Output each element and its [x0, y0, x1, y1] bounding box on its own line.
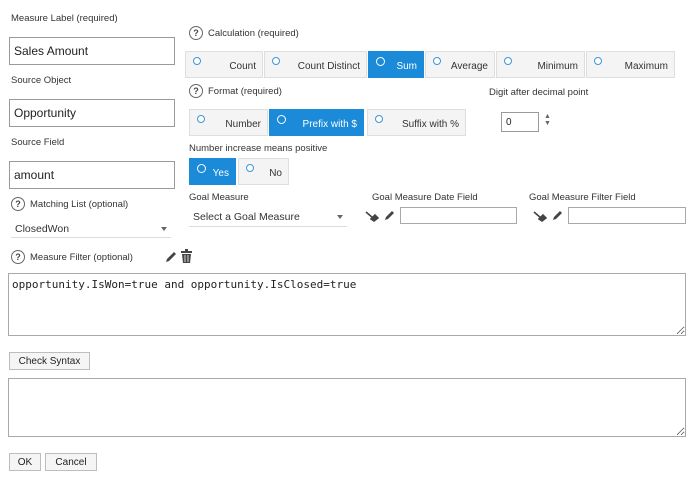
goal-measure-select[interactable]: Select a Goal Measure	[189, 208, 347, 227]
stepper-down-icon[interactable]: ▼	[544, 120, 551, 127]
measure-label-label: Measure Label (required)	[11, 13, 118, 24]
number-increase-label: Number increase means positive	[189, 143, 328, 154]
calculation-option-minimum[interactable]: Minimum	[496, 51, 585, 78]
calculation-option-label: Minimum	[537, 61, 578, 72]
chevron-down-icon	[337, 215, 343, 219]
calculation-option-label: Maximum	[624, 61, 668, 72]
calculation-label-row: ? Calculation (required)	[189, 26, 299, 40]
goal-filter-field-label: Goal Measure Filter Field	[529, 192, 636, 203]
calculation-option-label: Count Distinct	[297, 61, 360, 72]
format-label: Format (required)	[208, 85, 282, 97]
goal-date-field-input[interactable]	[400, 207, 517, 224]
question-circle-icon[interactable]: ?	[189, 84, 203, 98]
calculation-option-sum[interactable]: Sum	[368, 51, 424, 78]
matching-list-value: ClosedWon	[15, 222, 70, 235]
pencil-icon[interactable]	[164, 250, 177, 267]
calculation-option-label: Count	[229, 61, 256, 72]
measure-filter-label-row: ? Measure Filter (optional)	[11, 250, 133, 264]
ok-button[interactable]: OK	[9, 453, 41, 471]
question-circle-icon[interactable]: ?	[189, 26, 203, 40]
radio-icon	[246, 164, 254, 172]
radio-icon	[272, 57, 280, 65]
format-option-suffix-with[interactable]: Suffix with %	[367, 109, 466, 136]
broom-icon[interactable]	[533, 210, 548, 225]
calculation-option-maximum[interactable]: Maximum	[586, 51, 675, 78]
broom-icon[interactable]	[365, 210, 380, 225]
check-syntax-button[interactable]: Check Syntax	[9, 352, 90, 370]
matching-list-label-row: ? Matching List (optional)	[11, 197, 128, 211]
radio-icon	[197, 164, 206, 173]
cancel-button[interactable]: Cancel	[45, 453, 97, 471]
radio-icon	[193, 57, 201, 65]
format-option-number[interactable]: Number	[189, 109, 268, 136]
trash-icon[interactable]	[180, 249, 193, 267]
calculation-label: Calculation (required)	[208, 27, 299, 39]
radio-icon	[504, 57, 512, 65]
radio-icon	[376, 57, 385, 66]
question-circle-icon[interactable]: ?	[11, 250, 25, 264]
format-option-prefix-with[interactable]: Prefix with $	[269, 109, 364, 136]
stepper-up-icon[interactable]: ▲	[544, 113, 551, 120]
source-object-label: Source Object	[11, 75, 72, 86]
calculation-option-average[interactable]: Average	[425, 51, 495, 78]
radio-icon	[277, 115, 286, 124]
syntax-output-textarea[interactable]	[8, 378, 686, 437]
calculation-option-count[interactable]: Count	[185, 51, 263, 78]
radio-icon	[197, 115, 205, 123]
matching-list-select[interactable]: ClosedWon	[11, 220, 171, 238]
source-field-label: Source Field	[11, 137, 65, 148]
number-increase-option-label: Yes	[212, 168, 229, 179]
source-field-input[interactable]: amount	[9, 161, 175, 189]
radio-icon	[594, 57, 602, 65]
pencil-icon[interactable]	[551, 209, 563, 225]
chevron-down-icon	[161, 226, 167, 231]
measure-filter-textarea[interactable]: opportunity.IsWon=true and opportunity.I…	[8, 273, 686, 336]
format-label-row: ? Format (required)	[189, 84, 282, 98]
format-option-label: Suffix with %	[401, 119, 459, 130]
digits-input[interactable]: 0	[501, 112, 539, 132]
matching-list-label: Matching List (optional)	[30, 198, 129, 210]
measure-label-input[interactable]: Sales Amount	[9, 37, 175, 65]
question-circle-icon[interactable]: ?	[11, 197, 25, 211]
goal-measure-value: Select a Goal Measure	[193, 211, 300, 223]
source-object-input[interactable]: Opportunity	[9, 99, 175, 127]
calculation-option-count-distinct[interactable]: Count Distinct	[264, 51, 367, 78]
calculation-option-label: Average	[450, 61, 488, 72]
goal-date-field-label: Goal Measure Date Field	[372, 192, 478, 203]
digits-label: Digit after decimal point	[489, 87, 589, 98]
goal-filter-field-input[interactable]	[568, 207, 686, 224]
radio-icon	[433, 57, 441, 65]
digits-stepper[interactable]: ▲ ▼	[544, 113, 551, 127]
format-option-label: Prefix with $	[302, 119, 357, 130]
number-increase-option-no[interactable]: No	[238, 158, 289, 185]
pencil-icon[interactable]	[383, 209, 395, 225]
measure-filter-label: Measure Filter (optional)	[30, 251, 133, 263]
number-increase-option-yes[interactable]: Yes	[189, 158, 236, 185]
goal-measure-label: Goal Measure	[189, 192, 249, 203]
calculation-option-label: Sum	[396, 61, 417, 72]
format-option-label: Number	[225, 119, 261, 130]
radio-icon	[375, 115, 383, 123]
number-increase-option-label: No	[269, 168, 282, 179]
